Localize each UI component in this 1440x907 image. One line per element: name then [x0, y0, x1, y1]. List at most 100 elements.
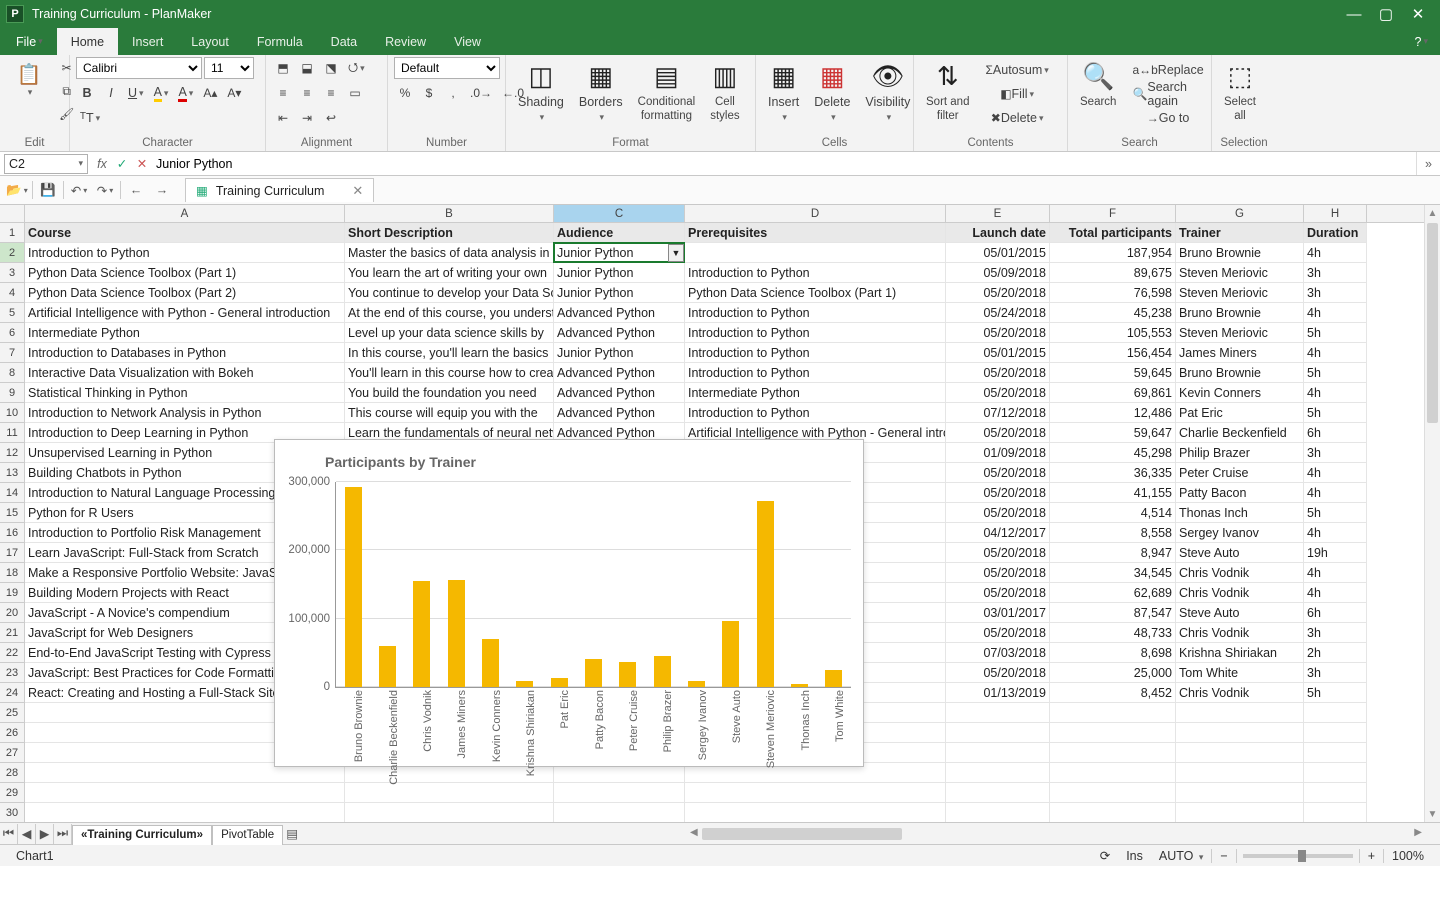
merge-button[interactable]: ▭ [344, 82, 366, 104]
cell[interactable]: Sergey Ivanov [1176, 523, 1304, 543]
cell[interactable]: 5h [1304, 323, 1367, 343]
cell-styles-button[interactable]: ▥Cell styles [704, 57, 745, 125]
cell[interactable] [1304, 743, 1367, 763]
cell[interactable] [946, 783, 1050, 803]
cell[interactable]: 05/20/2018 [946, 623, 1050, 643]
cell[interactable]: 01/13/2019 [946, 683, 1050, 703]
cell[interactable]: 25,000 [1050, 663, 1176, 683]
cell[interactable]: Launch date [946, 223, 1050, 243]
zoom-in-button[interactable]: + [1359, 849, 1384, 863]
underline-button[interactable]: U▾ [124, 82, 148, 104]
cell[interactable] [1176, 723, 1304, 743]
cell[interactable]: Advanced Python [554, 403, 685, 423]
row-header-9[interactable]: 9 [0, 383, 24, 403]
cell[interactable] [946, 743, 1050, 763]
row-header-15[interactable]: 15 [0, 503, 24, 523]
cell[interactable]: 4h [1304, 383, 1367, 403]
cell[interactable]: 3h [1304, 283, 1367, 303]
cell[interactable]: Bruno Brownie [1176, 303, 1304, 323]
menu-layout[interactable]: Layout [177, 28, 243, 55]
cell[interactable] [1304, 703, 1367, 723]
cell[interactable]: 05/20/2018 [946, 583, 1050, 603]
menu-file[interactable]: File▾ [2, 28, 57, 55]
cell[interactable]: Pat Eric [1176, 403, 1304, 423]
row-header-11[interactable]: 11 [0, 423, 24, 443]
cell[interactable]: Course [25, 223, 345, 243]
formula-expand-button[interactable]: » [1416, 152, 1440, 175]
refresh-icon[interactable]: ⟳ [1092, 848, 1118, 863]
cell[interactable]: Introduction to Python [685, 323, 946, 343]
cell[interactable]: Bruno Brownie [1176, 243, 1304, 263]
cell[interactable] [1176, 703, 1304, 723]
cell[interactable]: 05/01/2015 [946, 243, 1050, 263]
cell[interactable]: Master the basics of data analysis in Py… [345, 243, 554, 263]
cell[interactable]: 48,733 [1050, 623, 1176, 643]
row-header-10[interactable]: 10 [0, 403, 24, 423]
col-header-B[interactable]: B [345, 205, 554, 222]
col-header-G[interactable]: G [1176, 205, 1304, 222]
cell[interactable] [1176, 743, 1304, 763]
cell[interactable]: 05/24/2018 [946, 303, 1050, 323]
row-header-24[interactable]: 24 [0, 683, 24, 703]
cell[interactable]: 05/20/2018 [946, 323, 1050, 343]
document-close-button[interactable]: ✕ [352, 183, 363, 199]
row-header-21[interactable]: 21 [0, 623, 24, 643]
character-format-button[interactable]: TT▾ [76, 107, 104, 129]
search-again-button[interactable]: 🔍 Search again [1125, 83, 1210, 105]
align-right-button[interactable]: ≡ [320, 82, 342, 104]
cell[interactable]: 5h [1304, 683, 1367, 703]
cell[interactable]: Introduction to Python [25, 243, 345, 263]
cell[interactable]: 8,558 [1050, 523, 1176, 543]
cell[interactable]: Audience [554, 223, 685, 243]
shrink-font-button[interactable]: A▾ [223, 82, 245, 104]
cell[interactable]: 4h [1304, 343, 1367, 363]
cell[interactable]: 5h [1304, 503, 1367, 523]
col-header-C[interactable]: C [554, 205, 685, 222]
cell[interactable]: 05/20/2018 [946, 423, 1050, 443]
row-header-12[interactable]: 12 [0, 443, 24, 463]
cell[interactable]: Introduction to Python [685, 263, 946, 283]
align-left-button[interactable]: ≡ [272, 82, 294, 104]
cell[interactable]: 04/12/2017 [946, 523, 1050, 543]
cell[interactable]: 156,454 [1050, 343, 1176, 363]
select-all-corner[interactable] [0, 205, 25, 223]
cell[interactable]: James Miners [1176, 343, 1304, 363]
back-button[interactable]: ← [125, 179, 147, 201]
search-button[interactable]: 🔍Search [1074, 57, 1122, 111]
sheet-first-button[interactable]: ⏮ [0, 824, 18, 844]
cell[interactable]: Steven Meriovic [1176, 283, 1304, 303]
row-header-16[interactable]: 16 [0, 523, 24, 543]
cell[interactable]: Introduction to Python [685, 403, 946, 423]
cell[interactable]: You build the foundation you need [345, 383, 554, 403]
row-header-30[interactable]: 30 [0, 803, 24, 823]
cell[interactable]: Charlie Beckenfield [1176, 423, 1304, 443]
cell[interactable] [946, 723, 1050, 743]
cell[interactable] [946, 803, 1050, 822]
cell[interactable]: Thonas Inch [1176, 503, 1304, 523]
cell[interactable]: 41,155 [1050, 483, 1176, 503]
close-button[interactable]: ✕ [1402, 0, 1434, 28]
row-header-22[interactable]: 22 [0, 643, 24, 663]
align-center-button[interactable]: ≡ [296, 82, 318, 104]
cell[interactable]: 8,947 [1050, 543, 1176, 563]
cell[interactable]: You learn the art of writing your own [345, 263, 554, 283]
cell[interactable] [25, 783, 345, 803]
cell[interactable]: 05/20/2018 [946, 483, 1050, 503]
col-header-H[interactable]: H [1304, 205, 1367, 222]
cell[interactable]: Steve Auto [1176, 543, 1304, 563]
delete-contents-button[interactable]: ✖ Delete▾ [978, 107, 1055, 129]
delete-cells-button[interactable]: ▦Delete▾ [808, 57, 856, 126]
cell[interactable]: 05/20/2018 [946, 383, 1050, 403]
cell[interactable]: 187,954 [1050, 243, 1176, 263]
cell[interactable]: 4h [1304, 583, 1367, 603]
row-header-5[interactable]: 5 [0, 303, 24, 323]
cell[interactable]: 5h [1304, 403, 1367, 423]
align-middle-button[interactable]: ⬓ [296, 57, 318, 79]
cell[interactable]: Junior Python [554, 243, 685, 263]
help-button[interactable]: ?▾ [1403, 28, 1440, 55]
vscroll-thumb[interactable] [1427, 223, 1438, 423]
fill-button[interactable]: ◧ Fill▾ [978, 83, 1055, 105]
redo-button[interactable]: ↷▾ [94, 179, 116, 201]
cell[interactable]: This course will equip you with the [345, 403, 554, 423]
font-size-select[interactable]: 11 [204, 57, 254, 79]
